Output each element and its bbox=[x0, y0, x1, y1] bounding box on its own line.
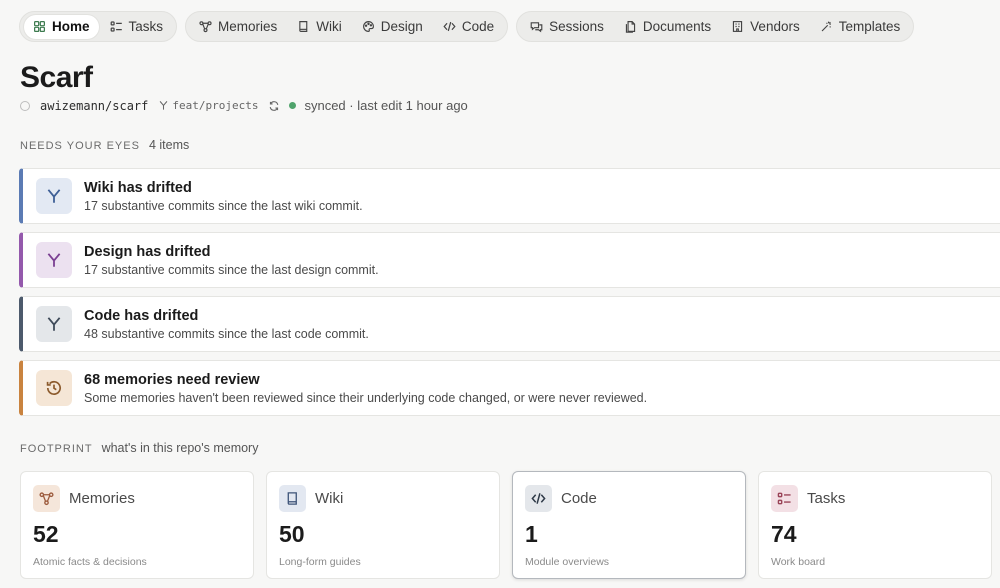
code-icon bbox=[443, 21, 456, 32]
tab-label: Design bbox=[380, 19, 423, 34]
chat-icon bbox=[530, 22, 543, 33]
tab-vendors[interactable]: Vendors bbox=[722, 15, 809, 39]
alert-description: 17 substantive commits since the last de… bbox=[84, 262, 379, 277]
wand-icon bbox=[821, 21, 831, 32]
nav-group-resources: Sessions Documents Vendors Templates bbox=[516, 11, 915, 42]
alert-icon bbox=[36, 306, 72, 342]
card-icon bbox=[279, 485, 306, 512]
sync-status: synced · last edit 1 hour ago bbox=[304, 98, 468, 113]
top-nav: Home Tasks Memories Wiki Design Code Ses… bbox=[19, 11, 915, 42]
alert-title: Code has drifted bbox=[84, 307, 199, 324]
tab-label: Tasks bbox=[128, 19, 164, 34]
card-title: Tasks bbox=[807, 490, 846, 507]
card-icon bbox=[771, 485, 798, 512]
sync-status-dot bbox=[289, 102, 297, 109]
card-tasks[interactable]: Tasks 74 Work board bbox=[758, 471, 992, 579]
book-icon bbox=[287, 492, 297, 505]
card-title: Memories bbox=[69, 490, 135, 507]
card-memories[interactable]: Memories 52 Atomic facts & decisions bbox=[20, 471, 254, 579]
tab-code[interactable]: Code bbox=[434, 15, 503, 39]
sync-icon[interactable] bbox=[268, 100, 280, 112]
branch-icon bbox=[47, 317, 61, 331]
code-icon bbox=[531, 493, 546, 504]
tab-sessions[interactable]: Sessions bbox=[521, 15, 613, 39]
nodes-icon bbox=[39, 492, 54, 506]
section-label: FOOTPRINT bbox=[20, 443, 93, 455]
tab-label: Vendors bbox=[750, 19, 800, 34]
card-count: 50 bbox=[279, 521, 305, 547]
card-title: Code bbox=[561, 490, 597, 507]
grid-icon bbox=[34, 21, 45, 32]
card-icon bbox=[525, 485, 552, 512]
card-description: Module overviews bbox=[525, 556, 610, 568]
alert-icon bbox=[36, 370, 72, 406]
repo-name[interactable]: awizemann/scarf bbox=[40, 99, 148, 113]
branch-icon bbox=[47, 253, 61, 267]
alert-title: Design has drifted bbox=[84, 243, 211, 260]
nav-group-primary: Home Tasks bbox=[19, 11, 178, 42]
tab-label: Documents bbox=[642, 19, 712, 34]
footprint-cards: Memories 52 Atomic facts & decisions Wik… bbox=[20, 471, 992, 579]
building-icon bbox=[733, 21, 743, 32]
tab-label: Home bbox=[52, 19, 90, 34]
alert-description: Some memories haven't been reviewed sinc… bbox=[84, 390, 648, 405]
page-title: Scarf bbox=[20, 61, 93, 94]
alert-title: Wiki has drifted bbox=[84, 179, 192, 196]
repo-meta: awizemann/scarf feat/projects synced · l… bbox=[20, 97, 468, 114]
card-count: 1 bbox=[525, 521, 538, 547]
nav-group-knowledge: Memories Wiki Design Code bbox=[185, 11, 509, 42]
nodes-icon bbox=[199, 21, 212, 33]
card-title: Wiki bbox=[315, 490, 344, 507]
tab-wiki[interactable]: Wiki bbox=[288, 15, 351, 39]
alert-title: 68 memories need review bbox=[84, 371, 260, 388]
card-description: Atomic facts & decisions bbox=[33, 556, 147, 568]
tab-label: Wiki bbox=[316, 19, 342, 34]
section-label: NEEDS YOUR EYES bbox=[20, 140, 140, 152]
book-icon bbox=[299, 21, 308, 32]
branch-indicator[interactable]: feat/projects bbox=[158, 99, 258, 112]
attention-list: Wiki has drifted 17 substantive commits … bbox=[19, 168, 1000, 424]
tab-templates[interactable]: Templates bbox=[811, 15, 910, 39]
branch-icon bbox=[160, 101, 168, 110]
branch-icon bbox=[47, 189, 61, 203]
alert-icon bbox=[36, 242, 72, 278]
card-description: Work board bbox=[771, 556, 826, 568]
tab-home[interactable]: Home bbox=[24, 14, 99, 39]
alert-icon bbox=[36, 178, 72, 214]
attention-header: NEEDS YOUR EYES 4 items bbox=[20, 138, 189, 152]
palette-icon bbox=[362, 21, 374, 32]
alert-description: 17 substantive commits since the last wi… bbox=[84, 198, 363, 213]
alert-code-drift[interactable]: Code has drifted 48 substantive commits … bbox=[19, 296, 1000, 352]
card-wiki[interactable]: Wiki 50 Long-form guides bbox=[266, 471, 500, 579]
card-count: 52 bbox=[33, 521, 59, 547]
tab-label: Code bbox=[461, 19, 495, 34]
repo-status-icon bbox=[20, 100, 30, 111]
card-icon bbox=[33, 485, 60, 512]
card-count: 74 bbox=[771, 521, 797, 547]
tab-label: Memories bbox=[218, 19, 278, 34]
alert-design-drift[interactable]: Design has drifted 17 substantive commit… bbox=[19, 232, 1000, 288]
tab-memories[interactable]: Memories bbox=[190, 15, 286, 39]
history-icon bbox=[46, 381, 62, 395]
tab-documents[interactable]: Documents bbox=[615, 15, 720, 39]
tab-label: Sessions bbox=[549, 19, 604, 34]
item-count: 4 items bbox=[148, 138, 190, 152]
branch-name: feat/projects bbox=[172, 99, 259, 112]
alert-wiki-drift[interactable]: Wiki has drifted 17 substantive commits … bbox=[19, 168, 1000, 224]
tab-label: Templates bbox=[838, 19, 901, 34]
tab-design[interactable]: Design bbox=[353, 15, 432, 39]
card-description: Long-form guides bbox=[279, 556, 361, 568]
footprint-header: FOOTPRINT what's in this repo's memory bbox=[20, 441, 258, 455]
list-icon bbox=[777, 492, 791, 505]
alert-memory-review[interactable]: 68 memories need review Some memories ha… bbox=[19, 360, 1000, 416]
tab-tasks[interactable]: Tasks bbox=[101, 15, 173, 39]
list-icon bbox=[110, 21, 122, 32]
alert-description: 48 substantive commits since the last co… bbox=[84, 326, 369, 341]
card-code[interactable]: Code 1 Module overviews bbox=[512, 471, 746, 579]
documents-icon bbox=[625, 21, 636, 33]
section-subtitle: what's in this repo's memory bbox=[101, 441, 259, 455]
